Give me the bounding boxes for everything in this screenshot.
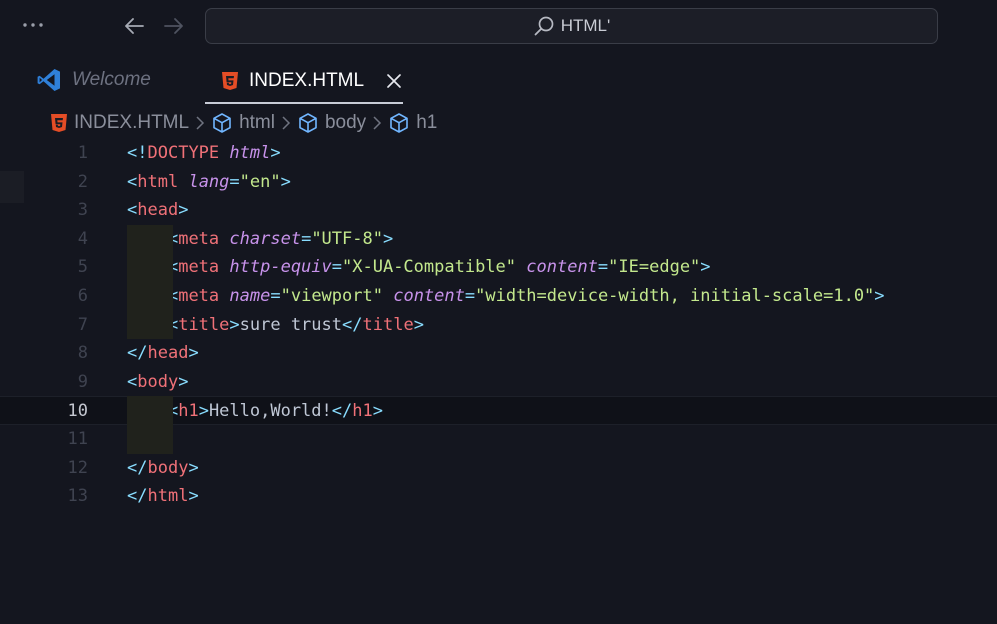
breadcrumb-label: h1 bbox=[416, 112, 438, 133]
breadcrumb-label: INDEX.HTML bbox=[74, 112, 190, 133]
line-number: 5 bbox=[77, 257, 88, 278]
breadcrumb-body[interactable]: body bbox=[297, 112, 366, 134]
line-number: 12 bbox=[67, 457, 88, 478]
breadcrumb-label: html bbox=[239, 112, 275, 133]
indent-guide bbox=[127, 224, 173, 340]
breadcrumb-html[interactable]: html bbox=[211, 112, 275, 134]
code-line[interactable]: 13 </html> bbox=[0, 482, 997, 511]
code-line[interactable]: 1 <!DOCTYPE html> bbox=[0, 139, 997, 168]
cube-icon bbox=[211, 112, 233, 134]
code-line[interactable]: 3 <head> bbox=[0, 196, 997, 225]
ellipsis-icon[interactable] bbox=[20, 12, 46, 38]
code-text: </html> bbox=[127, 486, 199, 507]
title-bar: HTML' bbox=[0, 0, 997, 52]
search-text: HTML' bbox=[560, 16, 611, 35]
chevron-right-icon bbox=[372, 116, 382, 130]
line-number: 6 bbox=[77, 286, 88, 306]
tab-label: Welcome bbox=[72, 69, 151, 90]
html5-icon bbox=[221, 71, 239, 91]
line-number: 7 bbox=[77, 314, 88, 335]
line-number: 3 bbox=[77, 200, 88, 221]
tab-bar: Welcome INDEX.HTML bbox=[0, 60, 997, 104]
command-search-box[interactable]: HTML' bbox=[205, 8, 938, 44]
breadcrumb-h1[interactable]: h1 bbox=[388, 112, 437, 134]
line-number: 9 bbox=[77, 371, 88, 392]
html5-icon bbox=[50, 113, 68, 133]
code-text: <body> bbox=[127, 371, 189, 392]
vscode-logo-icon bbox=[36, 67, 62, 93]
indent-guide bbox=[127, 396, 173, 454]
code-text: <!DOCTYPE html> bbox=[127, 143, 281, 163]
code-line[interactable]: 8 </head> bbox=[0, 339, 997, 368]
code-text: </body> bbox=[127, 457, 199, 478]
line-number: 13 bbox=[67, 486, 88, 507]
arrow-left-icon[interactable] bbox=[120, 12, 148, 40]
code-text: </head> bbox=[127, 343, 199, 364]
line-number: 1 bbox=[77, 143, 88, 163]
line-number: 2 bbox=[77, 171, 88, 192]
breadcrumb: INDEX.HTML html body h1 bbox=[50, 110, 437, 136]
arrow-right-icon[interactable] bbox=[160, 12, 188, 40]
chevron-right-icon bbox=[195, 116, 205, 130]
code-editor[interactable]: 1 <!DOCTYPE html> 2 <html lang="en"> 3 <head>… bbox=[0, 139, 997, 624]
cube-icon bbox=[297, 112, 319, 134]
code-line[interactable]: 2 <html lang="en"> bbox=[0, 168, 997, 197]
search-icon bbox=[533, 15, 555, 37]
line-number: 4 bbox=[77, 228, 88, 249]
tab-index-html[interactable]: INDEX.HTML bbox=[205, 60, 403, 104]
code-text: <meta http-equiv="X-UA-Compatible" conte… bbox=[167, 257, 711, 278]
code-text: <meta name="viewport" content="width=dev… bbox=[167, 286, 885, 306]
breadcrumb-file[interactable]: INDEX.HTML bbox=[50, 112, 189, 134]
breadcrumb-label: body bbox=[324, 112, 367, 133]
line-number: 11 bbox=[67, 429, 88, 449]
code-text: <head> bbox=[127, 200, 189, 221]
tab-welcome[interactable]: Welcome bbox=[36, 60, 151, 100]
chevron-right-icon bbox=[281, 116, 291, 130]
code-text: <html lang="en"> bbox=[127, 171, 291, 192]
line-number: 8 bbox=[77, 343, 88, 364]
cube-icon bbox=[388, 112, 410, 134]
close-icon[interactable] bbox=[386, 73, 402, 89]
code-line[interactable]: 9 <body> bbox=[0, 368, 997, 397]
line-number: 10 bbox=[67, 401, 88, 422]
code-line[interactable]: 12 </body> bbox=[0, 454, 997, 483]
tab-label: INDEX.HTML bbox=[249, 70, 365, 91]
